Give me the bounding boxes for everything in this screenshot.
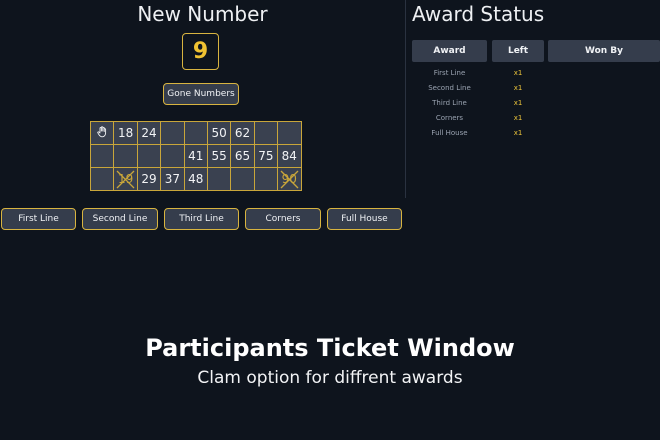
ticket-number-cell[interactable]: 48 [183,167,208,191]
ticket-number: 24 [141,126,157,140]
ticket-struck-cell[interactable]: 90 [277,167,302,191]
ticket-empty-cell[interactable] [136,144,162,168]
award-status-row: Third Line x1 [407,99,660,114]
award-name: Full House [431,129,468,137]
gone-numbers-button[interactable]: Gone Numbers [163,83,239,105]
left-column-header: Left [492,40,544,62]
ticket-number: 48 [188,172,204,186]
award-column-header: Award [412,40,487,62]
award-name: Second Line [428,84,471,92]
ticket-row: 18 24 50 62 [89,121,302,145]
award-name: Third Line [432,99,467,107]
strike-cross-icon [280,170,299,189]
new-number-title: New Number [137,2,268,26]
ticket-number: 84 [281,149,297,163]
panel-divider [405,0,406,198]
new-number-panel: New Number 9 Gone Numbers 18 24 50 62 41 55 65… [0,0,405,232]
ticket-number: 55 [211,149,227,163]
ticket-empty-cell[interactable] [89,144,115,168]
award-status-title: Award Status [412,2,545,26]
ticket-number-cell[interactable]: 29 [136,167,162,191]
award-left-count: x1 [513,114,523,122]
ticket-empty-cell[interactable] [113,144,138,168]
strike-cross-icon [116,170,135,189]
ticket-empty-cell[interactable] [206,167,232,191]
claim-corners-button[interactable]: Corners [245,208,321,230]
current-number: 9 [182,33,219,70]
hand-icon[interactable] [89,121,115,145]
ticket-empty-cell[interactable] [183,121,208,145]
award-left-count: x1 [513,99,523,107]
award-status-panel: Award Status Award Left Won By First Lin… [407,0,660,200]
ticket-number: 29 [141,172,157,186]
award-status-row: Full House x1 [407,129,660,144]
ticket-number-cell[interactable]: 84 [277,144,302,168]
ticket-number-cell[interactable]: 55 [206,144,232,168]
ticket-number: 37 [164,172,180,186]
claim-first-line-button[interactable]: First Line [1,208,76,230]
won-by-column-header: Won By [548,40,660,62]
ticket-empty-cell[interactable] [277,121,302,145]
ticket-number-cell[interactable]: 24 [136,121,162,145]
award-left-count: x1 [513,84,523,92]
ticket-grid: 18 24 50 62 41 55 65 75 84 1929 37 48 90 [89,121,302,191]
ticket-number-cell[interactable]: 41 [183,144,208,168]
ticket-row: 1929 37 48 90 [89,167,302,191]
award-status-row: Second Line x1 [407,84,660,99]
ticket-number-cell[interactable]: 50 [206,121,232,145]
ticket-empty-cell[interactable] [253,167,279,191]
claim-second-line-button[interactable]: Second Line [82,208,158,230]
ticket-number-cell[interactable]: 18 [113,121,138,145]
ticket-number: 62 [234,126,251,140]
ticket-row: 41 55 65 75 84 [89,144,302,168]
award-name: First Line [433,69,466,77]
award-left-count: x1 [513,69,523,77]
claim-third-line-button[interactable]: Third Line [164,208,239,230]
award-claim-buttons: First Line Second Line Third Line Corner… [0,208,405,230]
caption-title: Participants Ticket Window [145,334,515,362]
ticket-number: 41 [188,149,204,163]
ticket-empty-cell[interactable] [89,167,115,191]
ticket-empty-cell[interactable] [160,121,185,145]
award-status-row: First Line x1 [407,69,660,84]
ticket-empty-cell[interactable] [253,121,279,145]
award-status-row: Corners x1 [407,114,660,129]
ticket-number: 50 [211,126,227,140]
ticket-empty-cell[interactable] [230,167,255,191]
ticket-number: 75 [258,149,274,163]
ticket-empty-cell[interactable] [160,144,185,168]
award-name: Corners [435,114,464,122]
ticket-number-cell[interactable]: 62 [230,121,255,145]
caption-subtitle: Clam option for diffrent awards [197,368,463,388]
ticket-number: 18 [117,126,134,140]
ticket-number-cell[interactable]: 37 [160,167,185,191]
ticket-number-cell[interactable]: 75 [253,144,279,168]
award-left-count: x1 [513,129,523,137]
ticket-number: 65 [234,149,251,163]
ticket-number-cell[interactable]: 65 [230,144,255,168]
ticket-struck-cell[interactable]: 19 [113,167,138,191]
claim-full-house-button[interactable]: Full House [327,208,402,230]
